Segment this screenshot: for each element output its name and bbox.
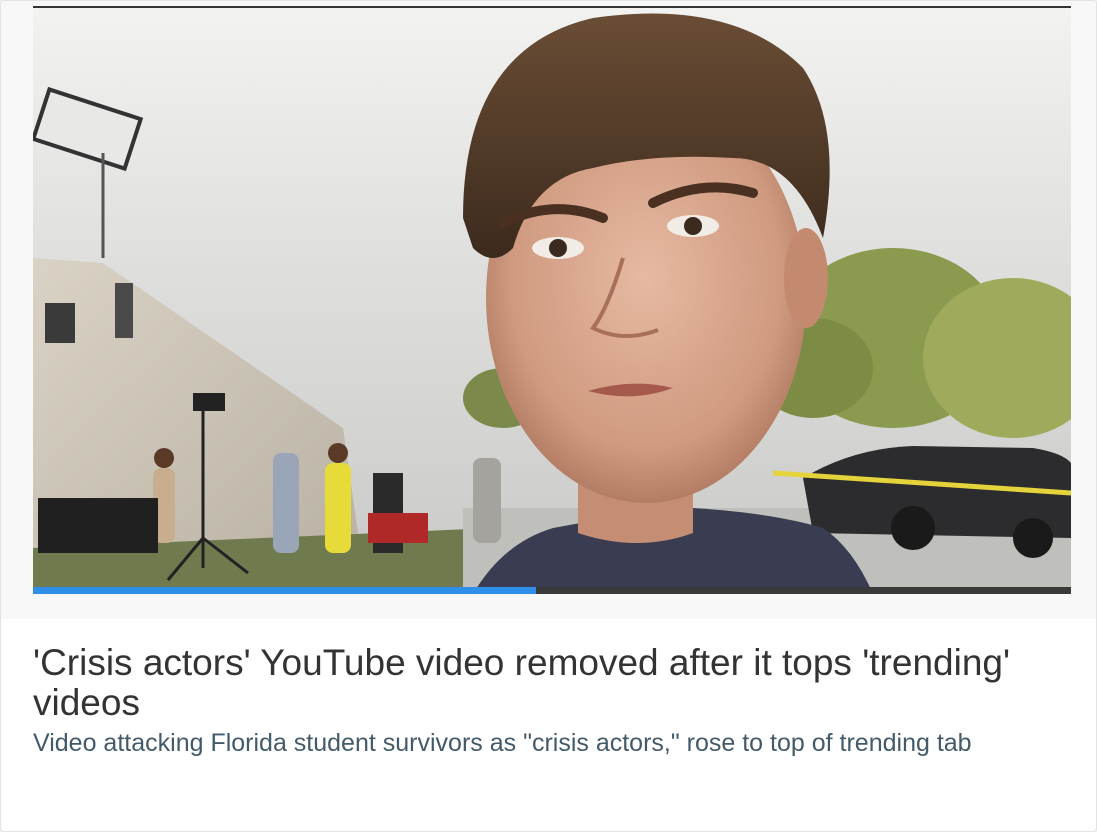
video-progress-bar[interactable] <box>33 587 1071 594</box>
article-headline[interactable]: 'Crisis actors' YouTube video removed af… <box>33 643 1063 723</box>
article-text: 'Crisis actors' YouTube video removed af… <box>33 643 1063 758</box>
video-progress-fill <box>33 587 537 594</box>
video-thumbnail <box>33 8 1071 594</box>
video-player[interactable] <box>33 6 1071 594</box>
media-area <box>1 1 1096 619</box>
article-card[interactable]: 'Crisis actors' YouTube video removed af… <box>0 0 1097 832</box>
article-subheadline: Video attacking Florida student survivor… <box>33 729 972 757</box>
